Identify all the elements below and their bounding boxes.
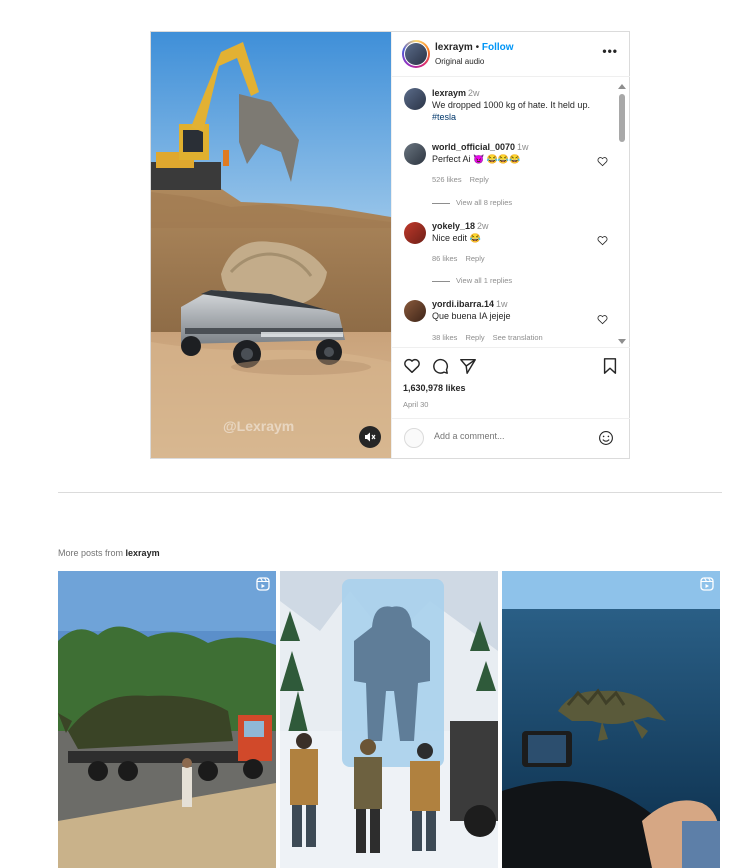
comment-avatar[interactable]: [404, 222, 426, 244]
post-actions: 1,630,978 likes April 30: [392, 347, 630, 427]
caption-time: 2w: [468, 88, 480, 98]
thumbnail-image: [280, 571, 498, 868]
view-replies-link[interactable]: View all 1 replies: [432, 276, 512, 285]
post-video-frame: @Lexraym: [151, 32, 391, 458]
watermark: @Lexraym: [223, 418, 294, 434]
post-card: @Lexraym lexraym • Follow Original audio…: [150, 31, 630, 459]
author-avatar[interactable]: [402, 40, 430, 68]
comment-username[interactable]: yokely_18: [432, 221, 475, 231]
more-icon[interactable]: •••: [602, 44, 618, 58]
comment-text: Nice edit 😂: [432, 233, 481, 243]
author-username[interactable]: lexraym: [435, 42, 473, 53]
post-thumbnail[interactable]: [502, 571, 720, 868]
comment-text: Que buena IA jejeje: [432, 311, 511, 321]
post-video[interactable]: @Lexraym: [151, 32, 391, 458]
current-user-avatar: [404, 428, 424, 448]
comment-text: Perfect Ai 😈 😂😂😂: [432, 154, 521, 164]
mute-button[interactable]: [359, 426, 381, 448]
reel-icon: [256, 577, 270, 591]
comment-username[interactable]: world_official_0070: [432, 142, 515, 152]
heart-icon[interactable]: [597, 156, 608, 167]
heart-icon[interactable]: [597, 235, 608, 246]
comment-avatar[interactable]: [404, 300, 426, 322]
post-date[interactable]: April 30: [403, 400, 428, 409]
add-comment-input[interactable]: [434, 431, 584, 441]
comment-time: 2w: [477, 221, 489, 231]
comment-likes[interactable]: 86 likes: [432, 254, 457, 263]
scroll-thumb[interactable]: [619, 94, 625, 142]
reel-icon: [700, 577, 714, 591]
reply-button[interactable]: Reply: [465, 254, 484, 263]
heart-icon[interactable]: [597, 314, 608, 325]
view-replies-link[interactable]: View all 8 replies: [432, 198, 512, 207]
more-posts-heading: More posts from lexraym: [58, 548, 160, 558]
comments-scrollbar[interactable]: [617, 82, 626, 344]
more-posts-grid: [58, 571, 720, 868]
caption-hashtag[interactable]: #tesla: [432, 112, 456, 122]
post-thumbnail[interactable]: [58, 571, 276, 868]
thumbnail-image: [502, 571, 720, 868]
comment-time: 1w: [517, 142, 529, 152]
more-posts-prefix: More posts from: [58, 548, 124, 558]
reply-button[interactable]: Reply: [465, 333, 484, 342]
heart-icon[interactable]: [403, 357, 421, 375]
author-line: lexraym • Follow: [435, 42, 514, 53]
section-divider: [58, 492, 722, 493]
emoji-icon[interactable]: [598, 430, 614, 446]
share-icon[interactable]: [459, 357, 477, 375]
scroll-down-arrow[interactable]: [618, 339, 626, 344]
comment-meta: 86 likes Reply: [432, 254, 493, 263]
comment-likes[interactable]: 526 likes: [432, 175, 462, 184]
more-posts-username[interactable]: lexraym: [126, 548, 160, 558]
comment-meta: 38 likes Reply See translation: [432, 333, 551, 342]
bookmark-icon[interactable]: [601, 357, 619, 375]
caption-username[interactable]: lexraym: [432, 88, 466, 98]
comment-icon[interactable]: [431, 357, 449, 375]
post-thumbnail[interactable]: [280, 571, 498, 868]
follow-button[interactable]: Follow: [482, 42, 514, 53]
comments-list: lexraym 2w We dropped 1000 kg of hate. It…: [392, 78, 630, 346]
caption-text: We dropped 1000 kg of hate. It held up.: [432, 100, 590, 110]
post-sidebar: lexraym • Follow Original audio ••• lexr…: [391, 32, 630, 458]
likes-count[interactable]: 1,630,978 likes: [403, 383, 466, 393]
comment-time: 1w: [496, 299, 508, 309]
comment-username-line: world_official_0070 1w: [432, 142, 529, 152]
comment-username-line: yokely_18 2w: [432, 221, 489, 231]
comment-username[interactable]: yordi.ibarra.14: [432, 299, 494, 309]
separator-dot: •: [475, 42, 480, 53]
post-header: lexraym • Follow Original audio •••: [392, 32, 630, 77]
scroll-up-arrow[interactable]: [618, 84, 626, 89]
audio-label[interactable]: Original audio: [435, 57, 484, 66]
comment-meta: 526 likes Reply: [432, 175, 497, 184]
thumbnail-image: [58, 571, 276, 868]
comment-username-line: yordi.ibarra.14 1w: [432, 299, 508, 309]
reply-button[interactable]: Reply: [470, 175, 489, 184]
mute-icon: [365, 432, 376, 442]
caption-username-line: lexraym 2w: [432, 88, 480, 98]
comment-avatar[interactable]: [404, 143, 426, 165]
caption-avatar[interactable]: [404, 88, 426, 110]
caption-text-block: We dropped 1000 kg of hate. It held up. …: [432, 99, 612, 123]
see-translation-link[interactable]: See translation: [493, 333, 543, 342]
comment-likes[interactable]: 38 likes: [432, 333, 457, 342]
add-comment-bar: [392, 418, 630, 458]
